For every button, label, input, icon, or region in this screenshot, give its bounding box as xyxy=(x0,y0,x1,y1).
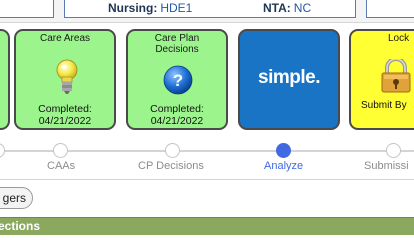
tile-cpd-completed-label: Completed: xyxy=(150,103,204,115)
stepper-dot-submission[interactable] xyxy=(386,143,401,158)
tile-simple[interactable]: simple. xyxy=(238,29,340,130)
nursing-value[interactable]: HDE1 xyxy=(160,1,192,15)
header-left-box xyxy=(0,0,54,18)
nursing-label: Nursing: xyxy=(108,1,158,15)
nta-label: NTA: xyxy=(263,1,291,15)
tile-cpd-date: 04/21/2022 xyxy=(150,115,204,127)
section-title: ections xyxy=(0,219,41,233)
step-label-analyze[interactable]: Analyze xyxy=(264,160,303,172)
tile-care-plan-decisions[interactable]: Care Plan Decisions ? Completed: 04/21/2… xyxy=(126,29,228,130)
nursing-field: Nursing: HDE1 xyxy=(108,1,192,15)
tile-care-plan-decisions-title: Care Plan Decisions xyxy=(128,33,226,55)
stepper-dot-caas[interactable] xyxy=(53,143,68,158)
tile-care-areas-date: 04/21/2022 xyxy=(38,115,92,127)
question-icon: ? xyxy=(163,65,193,100)
step-label-cp-decisions[interactable]: CP Decisions xyxy=(138,160,204,172)
nta-value[interactable]: NC xyxy=(294,1,311,15)
tile-lock-subtitle: Submit By xyxy=(361,100,407,111)
tile-care-areas[interactable]: Care Areas Completed: 04/21/2022 xyxy=(14,29,116,130)
tile-cpd-title-line1: Care Plan xyxy=(154,33,200,44)
simple-logo: simple. xyxy=(258,67,320,88)
content-divider xyxy=(0,179,414,180)
padlock-icon xyxy=(378,57,414,98)
stepper-dot-previous[interactable] xyxy=(0,143,5,158)
lightbulb-icon xyxy=(53,58,81,101)
tile-partial-left[interactable] xyxy=(0,29,10,130)
section-header-bar[interactable]: ections xyxy=(0,218,414,235)
nta-field: NTA: NC xyxy=(263,1,311,15)
step-label-caas[interactable]: CAAs xyxy=(47,160,75,172)
stepper-dot-cp-decisions[interactable] xyxy=(165,143,180,158)
tile-care-areas-title: Care Areas xyxy=(39,33,91,44)
header-divider xyxy=(0,22,414,23)
triggers-button[interactable]: gers xyxy=(0,187,33,209)
tile-lock-title: Lock xyxy=(388,33,410,44)
header-right-box xyxy=(366,0,414,18)
step-label-submission[interactable]: Submissi xyxy=(364,160,409,172)
stepper-dot-analyze[interactable] xyxy=(276,143,291,158)
tile-cpd-title-line2: Decisions xyxy=(155,44,199,55)
tile-care-areas-completed-label: Completed: xyxy=(38,103,92,115)
tile-lock[interactable]: Lock Submit By xyxy=(349,29,414,130)
svg-text:?: ? xyxy=(173,71,183,90)
mds-header: Nursing: HDE1 NTA: NC xyxy=(0,0,414,22)
